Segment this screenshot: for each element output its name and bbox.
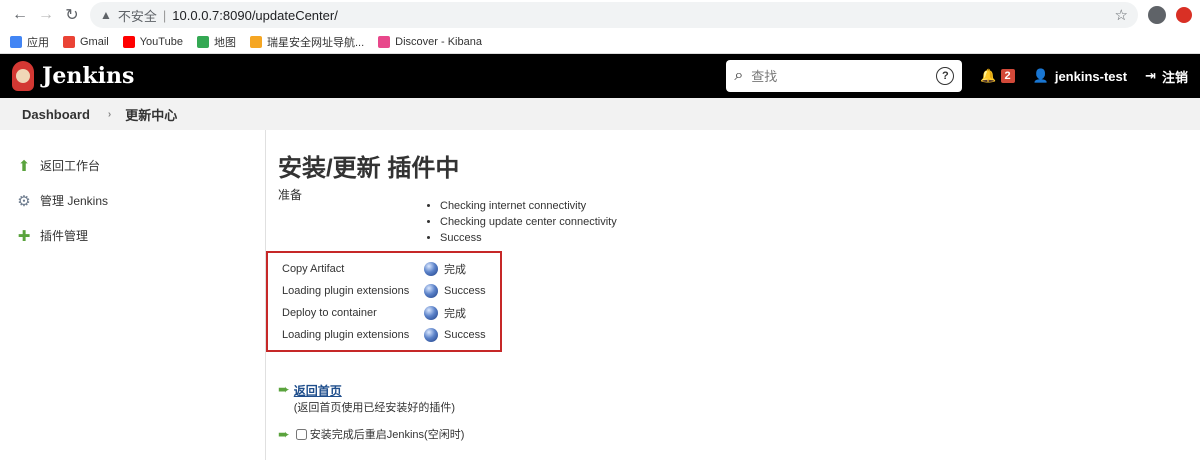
breadcrumb-dashboard[interactable]: Dashboard bbox=[22, 107, 90, 122]
plugin-status: 完成 bbox=[444, 264, 466, 276]
bookmark-label: 应用 bbox=[27, 36, 49, 49]
logout-icon: ⇥ bbox=[1145, 68, 1156, 83]
restart-checkbox[interactable] bbox=[295, 428, 307, 440]
breadcrumb: Dashboard › 更新中心 bbox=[0, 98, 1200, 130]
url-text: 10.0.0.7:8090/updateCenter/ bbox=[172, 7, 338, 23]
gmail-icon bbox=[63, 35, 75, 48]
plugin-install-status: Copy Artifact 完成 Loading plugin extensio… bbox=[266, 251, 502, 352]
jenkins-logo-icon bbox=[12, 61, 34, 91]
search-input[interactable] bbox=[751, 68, 937, 84]
notifications-button[interactable]: 🔔 2 bbox=[980, 68, 1015, 84]
back-home-note: (返回首页使用已经安装好的插件) bbox=[293, 402, 456, 414]
sidebar-item-label: 返回工作台 bbox=[40, 159, 101, 173]
bookmark-label: 瑞星安全网址导航... bbox=[266, 36, 365, 49]
notification-badge: 2 bbox=[1000, 69, 1015, 83]
username: jenkins-test bbox=[1054, 68, 1128, 84]
help-icon[interactable]: ? bbox=[936, 67, 955, 85]
bookmark-label: Discover - Kibana bbox=[395, 35, 482, 48]
jenkins-header: Jenkins ⌕ ? 🔔 2 👤 jenkins-test ⇥ 注销 bbox=[0, 54, 1200, 98]
puzzle-icon: ✚ bbox=[17, 227, 31, 245]
plugin-row: Loading plugin extensions Success bbox=[282, 280, 500, 302]
sidebar-item-label: 插件管理 bbox=[40, 229, 89, 243]
search-icon: ⌕ bbox=[734, 67, 744, 84]
right-arrow-icon: ➨ bbox=[278, 426, 290, 442]
user-icon: 👤 bbox=[1032, 68, 1049, 83]
maps-icon bbox=[196, 35, 209, 48]
plugin-name: Copy Artifact bbox=[282, 263, 345, 275]
plugin-row: Copy Artifact 完成 bbox=[282, 258, 500, 280]
gear-icon: ⚙ bbox=[17, 192, 31, 210]
bookmark-maps[interactable]: 地图 bbox=[196, 34, 236, 50]
up-arrow-icon: ⬆ bbox=[17, 157, 31, 175]
list-item: Success bbox=[440, 230, 617, 246]
breadcrumb-update-center[interactable]: 更新中心 bbox=[125, 105, 177, 124]
youtube-icon bbox=[122, 35, 135, 48]
plugin-name: Loading plugin extensions bbox=[282, 329, 410, 341]
status-ball-icon bbox=[424, 306, 438, 320]
bookmark-youtube[interactable]: YouTube bbox=[122, 35, 183, 48]
plugin-row: Deploy to container 完成 bbox=[282, 302, 500, 324]
profile-icon[interactable] bbox=[1148, 6, 1166, 24]
plugin-row: Loading plugin extensions Success bbox=[282, 324, 500, 346]
rising-icon bbox=[249, 35, 262, 48]
browser-toolbar: ← → ↻ ▲ 不安全 | 10.0.0.7:8090/updateCenter… bbox=[0, 0, 1200, 30]
address-bar[interactable]: ▲ 不安全 | 10.0.0.7:8090/updateCenter/ ☆ bbox=[90, 2, 1138, 28]
back-home-block: ➨ 返回首页 (返回首页使用已经安装好的插件) bbox=[278, 382, 455, 415]
status-ball-icon bbox=[424, 284, 438, 298]
user-link[interactable]: 👤 jenkins-test bbox=[1033, 68, 1127, 84]
plugin-name: Loading plugin extensions bbox=[282, 285, 410, 297]
address-separator: | bbox=[162, 7, 167, 23]
breadcrumb-separator-icon: › bbox=[107, 108, 112, 120]
plugin-status: Success bbox=[444, 285, 486, 297]
plugin-name: Deploy to container bbox=[282, 307, 377, 319]
warning-icon: ▲ bbox=[100, 8, 112, 22]
back-home-link[interactable]: 返回首页 bbox=[294, 384, 342, 398]
page-title: 安装/更新 插件中 bbox=[278, 155, 460, 182]
logout-label: 注销 bbox=[1161, 69, 1188, 85]
bookmark-label: 地图 bbox=[213, 36, 236, 49]
main-content: 安装/更新 插件中 准备 Checking internet connectiv… bbox=[266, 130, 1200, 460]
reload-icon[interactable]: ↻ bbox=[60, 3, 84, 27]
restart-option: ➨ 安装完成后重启Jenkins(空闲时) bbox=[278, 426, 464, 442]
forward-icon[interactable]: → bbox=[34, 3, 58, 27]
plugin-status: Success bbox=[444, 329, 486, 341]
bookmark-star-icon[interactable]: ☆ bbox=[1115, 6, 1128, 24]
status-ball-icon bbox=[424, 262, 438, 276]
kibana-icon bbox=[378, 35, 391, 48]
insecure-label: 不安全 bbox=[117, 8, 157, 24]
sidebar-item-plugin-manager[interactable]: ✚ 插件管理 bbox=[0, 218, 265, 253]
sidebar-item-back-dashboard[interactable]: ⬆ 返回工作台 bbox=[0, 148, 265, 183]
search-box: ⌕ ? bbox=[726, 60, 963, 92]
bookmark-label: YouTube bbox=[139, 35, 183, 48]
jenkins-title: Jenkins bbox=[42, 63, 135, 89]
extension-icon[interactable] bbox=[1176, 7, 1192, 23]
preparation-checks: Checking internet connectivity Checking … bbox=[426, 198, 617, 246]
bell-icon: 🔔 bbox=[980, 68, 997, 83]
bookmark-label: Gmail bbox=[80, 35, 109, 48]
restart-label[interactable]: 安装完成后重启Jenkins(空闲时) bbox=[310, 426, 465, 442]
right-arrow-icon: ➨ bbox=[278, 381, 290, 397]
bookmark-kibana[interactable]: Discover - Kibana bbox=[378, 35, 482, 48]
sidebar-item-manage-jenkins[interactable]: ⚙ 管理 Jenkins bbox=[0, 183, 265, 218]
apps-icon bbox=[10, 35, 22, 48]
sidebar: ⬆ 返回工作台 ⚙ 管理 Jenkins ✚ 插件管理 bbox=[0, 130, 266, 460]
bookmark-rising[interactable]: 瑞星安全网址导航... bbox=[249, 34, 365, 50]
logout-button[interactable]: ⇥ 注销 bbox=[1145, 67, 1188, 86]
bookmark-apps[interactable]: 应用 bbox=[10, 34, 49, 50]
jenkins-home-link[interactable]: Jenkins bbox=[12, 61, 134, 91]
list-item: Checking internet connectivity bbox=[440, 198, 617, 214]
bookmark-gmail[interactable]: Gmail bbox=[63, 35, 109, 48]
status-ball-icon bbox=[424, 328, 438, 342]
sidebar-item-label: 管理 Jenkins bbox=[40, 194, 109, 208]
back-icon[interactable]: ← bbox=[8, 3, 32, 27]
plugin-status: 完成 bbox=[444, 308, 466, 320]
list-item: Checking update center connectivity bbox=[440, 214, 617, 230]
bookmarks-bar: 应用 Gmail YouTube 地图 瑞星安全网址导航... Discover… bbox=[0, 30, 1200, 54]
preparation-label: 准备 bbox=[278, 188, 303, 202]
